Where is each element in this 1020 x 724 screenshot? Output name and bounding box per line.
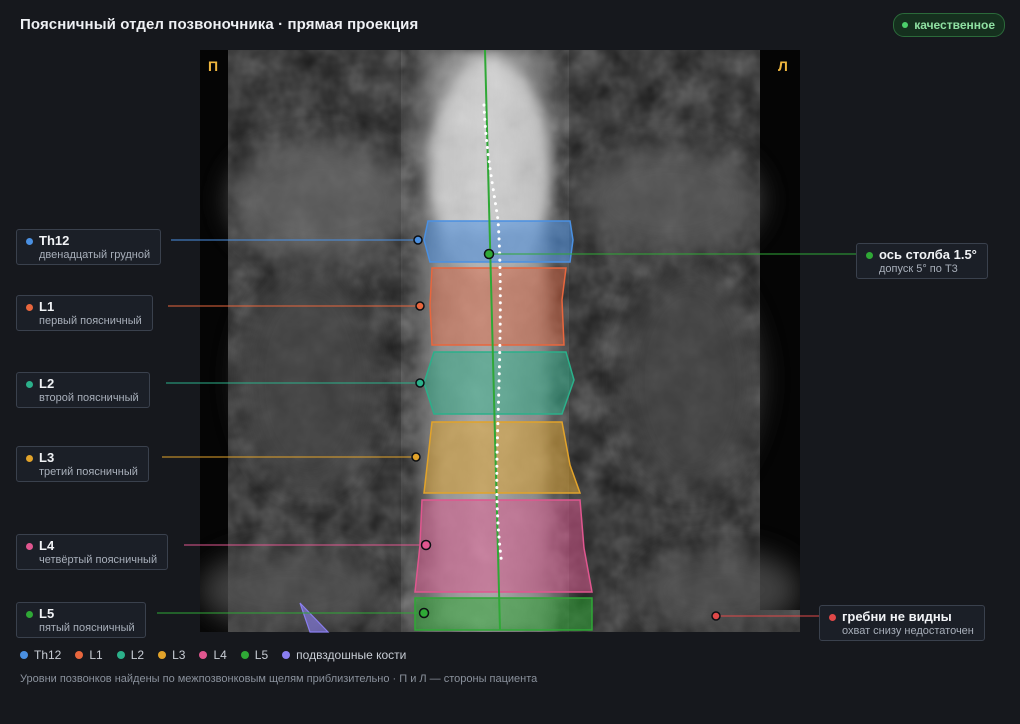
callout-l5[interactable]: L5 пятый поясничный [16,602,146,638]
l5-dot-icon [26,611,33,618]
l4-dot-icon [26,543,33,550]
callout-axis[interactable]: ось столба 1.5° допуск 5° по Т3 [856,243,988,279]
legend-item-l2[interactable]: L2 [116,648,145,662]
legend-item-th12[interactable]: Th12 [20,648,61,662]
callout-l4-desc: четвёртый поясничный [39,554,158,566]
callout-l3-desc: третий поясничный [39,466,138,478]
legend-item-iliac[interactable]: подвздошные кости [282,648,406,662]
crests-dot-icon [829,614,836,621]
quality-badge: качественное [893,13,1005,37]
callout-th12-desc: двенадцатый грудной [39,249,151,261]
callout-l2-name: L2 [39,376,55,391]
legend-dot-icon [116,651,125,659]
quality-badge-label: качественное [914,18,995,32]
legend-item-l4[interactable]: L4 [199,648,227,662]
callout-l1-desc: первый поясничный [39,315,142,327]
legend-dot-icon [199,651,208,659]
callout-l2-desc: второй поясничный [39,392,139,404]
legend-dot-icon [282,651,291,659]
callout-l3[interactable]: L3 третий поясничный [16,446,149,482]
legend-dot-icon [158,651,167,659]
xray-svg [200,50,800,632]
callout-l3-name: L3 [39,450,55,465]
l3-dot-icon [26,455,33,462]
legend-label: L3 [172,648,186,662]
th12-dot-icon [26,238,33,245]
callout-crests-desc: охват снизу недостаточен [842,625,974,637]
page-title: Поясничный отдел позвоночника · прямая п… [20,16,419,33]
xray-image[interactable] [200,50,800,632]
footnote: Уровни позвонков найдены по межпозвонков… [20,673,538,685]
callout-l2[interactable]: L2 второй поясничный [16,372,150,408]
legend-label: L5 [254,648,269,662]
callout-l4-name: L4 [39,538,55,553]
axis-dot-icon [866,252,873,259]
legend-label: L4 [213,648,227,662]
legend-dot-icon [20,651,28,659]
callout-l1-name: L1 [39,299,55,314]
left-side-marker: Л [778,58,788,74]
callout-th12-name: Th12 [39,233,70,248]
legend-label: подвздошные кости [296,648,407,662]
status-dot-icon [902,22,909,28]
callout-axis-desc: допуск 5° по Т3 [879,263,958,275]
callout-axis-name: ось столба 1.5° [879,247,977,262]
legend-item-l1[interactable]: L1 [75,648,103,662]
legend-dot-icon [75,651,84,659]
callout-crests-name: гребни не видны [842,609,952,624]
callout-crests[interactable]: гребни не видны охват снизу недостаточен [819,605,985,641]
l1-dot-icon [26,304,33,311]
l2-dot-icon [26,381,33,388]
callout-l5-name: L5 [39,606,55,621]
legend-dot-icon [240,651,249,659]
callout-l1[interactable]: L1 первый поясничный [16,295,153,331]
legend-item-l3[interactable]: L3 [158,648,185,662]
legend-item-l5[interactable]: L5 [240,648,269,662]
legend-label: L1 [89,648,103,662]
legend-label: L2 [130,648,145,662]
callout-l4[interactable]: L4 четвёртый поясничный [16,534,169,570]
right-side-marker: П [208,58,219,74]
legend: Th12 L1 L2 L3 L4 L5 подвздошные кости [20,648,406,662]
callout-l5-desc: пятый поясничный [39,622,135,634]
legend-label: Th12 [34,648,62,662]
callout-th12[interactable]: Th12 двенадцатый грудной [16,229,162,265]
